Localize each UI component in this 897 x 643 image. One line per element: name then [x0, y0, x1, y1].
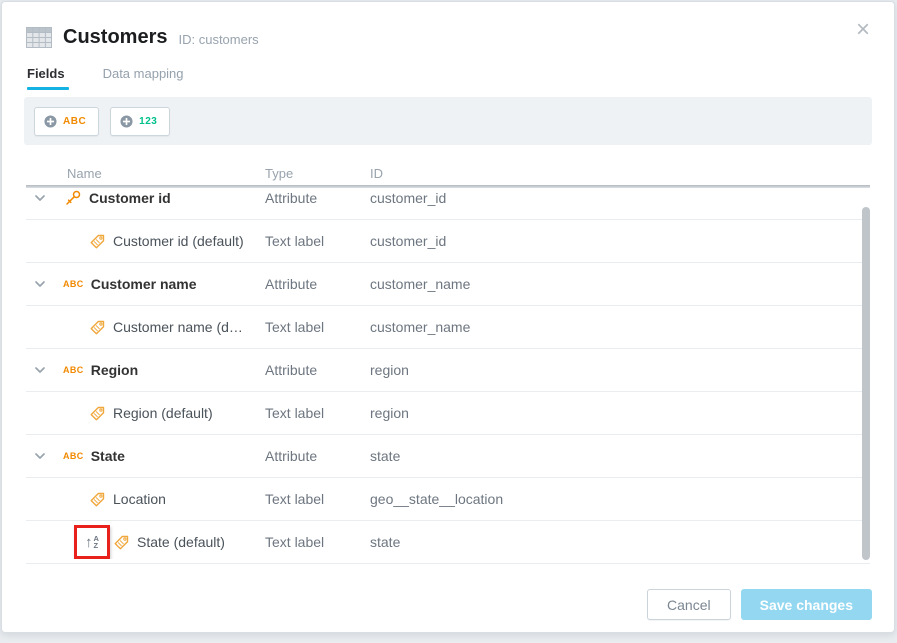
dataset-table-icon	[26, 27, 52, 48]
column-header-id: ID	[370, 166, 870, 181]
name-cell: Customer id	[26, 189, 265, 208]
chevron-down-icon[interactable]	[32, 362, 48, 378]
field-type: Attribute	[265, 362, 370, 378]
name-cell: Customer name (d…	[26, 319, 265, 336]
field-toolbar: ABC 123	[24, 97, 872, 145]
field-name: Customer name	[91, 276, 197, 292]
table-body: Customer idAttributecustomer_idCustomer …	[26, 188, 870, 564]
field-type: Text label	[265, 319, 370, 335]
add-fact-button[interactable]: 123	[110, 107, 170, 136]
field-id: state	[370, 448, 870, 464]
dialog-footer: Cancel Save changes	[647, 589, 872, 620]
field-type: Attribute	[265, 276, 370, 292]
save-changes-button[interactable]: Save changes	[741, 589, 872, 620]
field-row[interactable]: ABC Customer name Attributecustomer_name	[26, 263, 870, 306]
key-icon	[63, 189, 82, 208]
tab-bar: Fields Data mapping	[27, 66, 894, 90]
field-row[interactable]: ABC State Attributestate	[26, 435, 870, 478]
field-id: region	[370, 405, 870, 421]
field-id: customer_id	[370, 233, 870, 249]
sort-az-icon[interactable]: ↑AZ	[85, 535, 99, 550]
fields-scroll-area[interactable]: Customer idAttributecustomer_idCustomer …	[26, 188, 870, 564]
plus-circle-icon	[44, 115, 57, 128]
field-name: Customer id (default)	[113, 233, 244, 249]
field-type: Attribute	[265, 190, 370, 206]
edit-dataset-dialog: Customers ID: customers × Fields Data ma…	[1, 1, 895, 633]
label-row[interactable]: Customer id (default) Text labelcustomer_…	[26, 220, 870, 263]
table-header: Name Type ID	[26, 161, 870, 185]
field-name: Location	[113, 491, 166, 507]
plus-circle-icon	[120, 115, 133, 128]
cancel-button[interactable]: Cancel	[647, 589, 731, 620]
annotation-highlight-box: ↑AZ	[74, 525, 110, 559]
label-row[interactable]: Region (default) Text labelregion	[26, 392, 870, 435]
field-type-icon-wrap: ABC	[63, 451, 84, 461]
label-row[interactable]: Customer name (d… Text labelcustomer_name	[26, 306, 870, 349]
dialog-header: Customers ID: customers	[2, 2, 894, 49]
tab-data-mapping[interactable]: Data mapping	[103, 66, 184, 90]
sort-letters: AZ	[94, 535, 99, 550]
field-name: Customer name (d…	[113, 319, 243, 335]
tab-fields[interactable]: Fields	[27, 66, 65, 90]
field-name: Region (default)	[113, 405, 213, 421]
column-header-type: Type	[265, 166, 370, 181]
field-type: Text label	[265, 405, 370, 421]
field-id: region	[370, 362, 870, 378]
field-type: Text label	[265, 233, 370, 249]
chevron-down-icon[interactable]	[32, 190, 48, 206]
scrollbar-thumb[interactable]	[862, 207, 870, 560]
field-type: Text label	[265, 534, 370, 550]
column-header-name: Name	[26, 166, 265, 181]
name-cell: Region (default)	[26, 405, 265, 422]
add-attribute-button[interactable]: ABC	[34, 107, 99, 136]
field-type: Attribute	[265, 448, 370, 464]
add-attribute-label: ABC	[63, 116, 86, 127]
abc-attribute-icon: ABC	[63, 451, 84, 461]
tag-icon	[89, 319, 106, 336]
field-type-icon-wrap: ABC	[63, 365, 84, 375]
dialog-title: Customers	[63, 26, 167, 49]
close-icon[interactable]: ×	[856, 18, 870, 42]
name-cell: ABC Customer name	[26, 276, 265, 292]
name-cell: ABC Region	[26, 362, 265, 378]
tag-icon	[113, 534, 130, 551]
abc-attribute-icon: ABC	[63, 365, 84, 375]
name-cell: ↑AZ State (default)	[26, 525, 265, 559]
label-row[interactable]: Location Text labelgeo__state__location	[26, 478, 870, 521]
chevron-down-icon[interactable]	[32, 276, 48, 292]
sort-arrow: ↑	[85, 535, 93, 550]
field-name: State	[91, 448, 125, 464]
dataset-id-label: ID: customers	[178, 32, 258, 47]
field-type-icon-wrap	[63, 189, 82, 208]
field-id: state	[370, 534, 870, 550]
field-row[interactable]: ABC Region Attributeregion	[26, 349, 870, 392]
tag-icon	[89, 233, 106, 250]
tag-icon	[89, 405, 106, 422]
add-fact-label: 123	[139, 116, 157, 127]
field-id: geo__state__location	[370, 491, 870, 507]
field-type-icon-wrap: ABC	[63, 279, 84, 289]
field-name: Region	[91, 362, 138, 378]
name-cell: Location	[26, 491, 265, 508]
field-row[interactable]: Customer id Attributecustomer_id	[26, 188, 870, 220]
field-id: customer_name	[370, 276, 870, 292]
chevron-down-icon[interactable]	[32, 448, 48, 464]
field-name: State (default)	[137, 534, 225, 550]
name-cell: Customer id (default)	[26, 233, 265, 250]
name-cell: ABC State	[26, 448, 265, 464]
label-row[interactable]: ↑AZ State (default) Text labelstate	[26, 521, 870, 564]
field-name: Customer id	[89, 190, 171, 206]
field-id: customer_id	[370, 190, 870, 206]
tag-icon	[89, 491, 106, 508]
abc-attribute-icon: ABC	[63, 279, 84, 289]
field-id: customer_name	[370, 319, 870, 335]
field-type: Text label	[265, 491, 370, 507]
